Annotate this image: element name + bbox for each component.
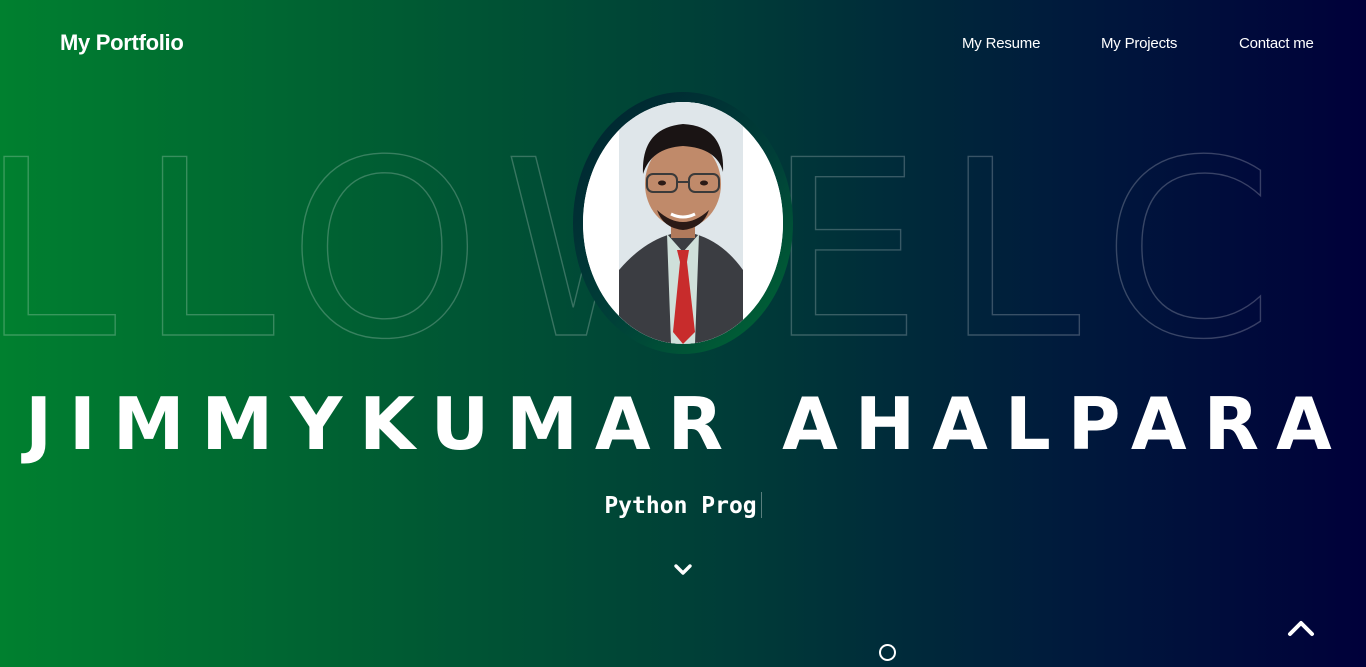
typed-role-label: Python Prog <box>604 493 757 519</box>
nav-link-my-projects[interactable]: My Projects <box>1101 35 1177 52</box>
nav-link-contact-me[interactable]: Contact me <box>1239 35 1314 52</box>
hero-name-heading: JIMMYKUMAR AHALPARA <box>25 382 1349 466</box>
profile-photo-frame <box>573 92 793 354</box>
navbar: My Portfolio My Resume My Projects Conta… <box>0 0 1366 90</box>
typing-cursor <box>760 492 762 518</box>
mouse-cursor-ring <box>879 644 896 661</box>
nav-link-my-resume[interactable]: My Resume <box>962 35 1040 52</box>
chevron-down-icon[interactable] <box>672 560 694 580</box>
brand-logo-link[interactable]: My Portfolio <box>60 30 184 56</box>
typed-role-text: Python Prog <box>0 492 1366 519</box>
chevron-up-icon[interactable] <box>1286 617 1316 639</box>
profile-photo <box>583 102 783 344</box>
